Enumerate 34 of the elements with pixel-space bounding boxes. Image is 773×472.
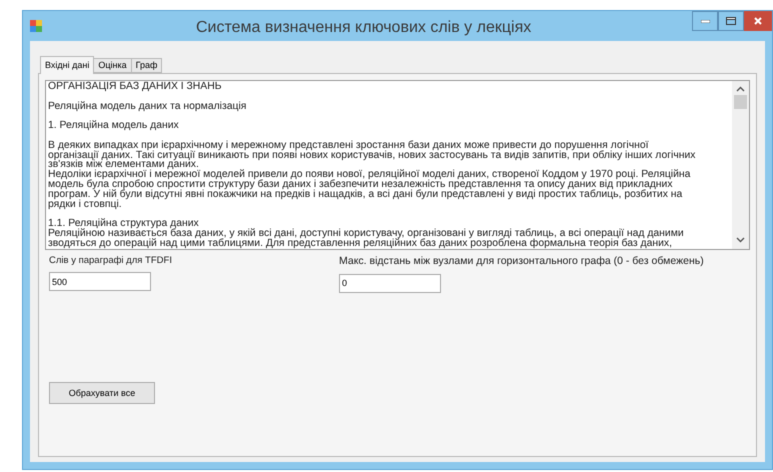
text-line: рядки і стовпці. — [48, 200, 122, 210]
text-line: Реляційною називається база даних, у якій всі дані, доступні користувачу, організовані у вигляді таблиць, а всі операції над даними — [48, 228, 684, 239]
text-line: 1.1. Реляційна структура даних — [48, 219, 199, 229]
scroll-down-icon[interactable] — [736, 237, 745, 243]
text-line: зв'язків між елементами даних. — [48, 160, 199, 170]
tab[interactable]: Вхідні дані — [40, 56, 94, 74]
text-line: організації даних. Такі ситуації виникають при появі нових користувачів, нових застосувань та видів запитів, при обліку інших логічних — [48, 150, 696, 160]
scrollbar[interactable] — [732, 81, 749, 249]
maximize-icon — [726, 17, 736, 25]
field-label: Слів у параграфі для TFDFI — [49, 254, 172, 268]
calculate-button[interactable]: Обрахувати все — [49, 382, 155, 404]
text-line: Реляційна модель даних та нормалізація — [48, 102, 246, 112]
scrollbar-thumb[interactable] — [734, 95, 747, 109]
window-title: Система визначення ключових слів у лекціях — [196, 18, 532, 38]
input-field[interactable]: 0 — [339, 274, 441, 293]
text-line: модель була спробою спростити структуру бази даних і забезпечити незалежність представлення та опису даних від прикладних — [48, 180, 673, 190]
field-label: Макс. відстань між вузлами для горизонтального графа (0 - без обмежень) — [339, 254, 704, 269]
text-line: Недоліки ієрархічної і мережної моделей привели до появи нової, реляційної моделі даних, створеної Коддом у 1970 році. Реляційна — [48, 170, 690, 180]
app-icon — [29, 19, 43, 33]
text-line: програм. У ній були відсутні явні покажчики на предків і нащадків, а всі дані були представлені у виді простих таблиць, розбитих на — [48, 190, 682, 200]
text-line: зводяться до операцій над цими таблицями. Для представлення реляційних баз даних розроблена формальна теорія баз даних, — [48, 238, 672, 249]
minimize-icon — [700, 20, 710, 22]
maximize-button[interactable] — [718, 11, 744, 31]
minimize-button[interactable] — [692, 11, 718, 31]
text-line: ОРГАНІЗАЦІЯ БАЗ ДАНИХ І ЗНАНЬ — [48, 82, 222, 92]
scroll-up-icon[interactable] — [736, 86, 745, 92]
close-icon — [754, 17, 762, 25]
text-area[interactable] — [45, 80, 750, 250]
text-line: 1. Реляційна модель даних — [48, 121, 179, 131]
input-field[interactable]: 500 — [49, 272, 151, 292]
text-line: В деяких випадках при ієрархічному і мережному представлені зростання бази даних може привести до порушення логічної — [48, 140, 649, 151]
close-button[interactable] — [744, 11, 772, 31]
tab[interactable]: Граф — [132, 58, 162, 73]
tab[interactable]: Оцінка — [94, 58, 132, 73]
